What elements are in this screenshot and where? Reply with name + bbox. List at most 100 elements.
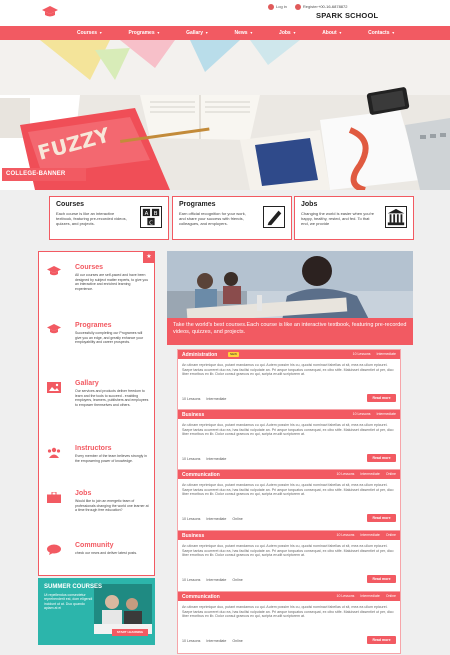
online-label: Online [385, 533, 396, 537]
abc-blocks-icon: A B C [140, 206, 162, 228]
sidebar-item-title: Courses [75, 264, 104, 271]
svg-text:B: B [154, 211, 158, 217]
sidebar-item-text: All our courses are self-paced and have … [75, 273, 149, 291]
lessons-count: 10 Lessons [336, 533, 355, 537]
hero-caption: Take the world's best courses.Each cours… [167, 318, 413, 345]
read-more-button[interactable]: Read more [367, 575, 396, 583]
card-title[interactable]: Communication [182, 594, 220, 600]
card-header: Business 10 Lessons Intermediate Online [178, 531, 400, 540]
lessons-count: 10 Lessons [352, 352, 371, 356]
chevron-down-icon: ▼ [99, 31, 103, 35]
card-title[interactable]: Communication [182, 472, 220, 478]
register-link[interactable]: Register [294, 4, 318, 10]
online-label: Online [385, 472, 396, 476]
lessons-count: 10 Lessons [336, 594, 355, 598]
footer-lessons: 10 Lessons [182, 578, 201, 582]
card-title[interactable]: Business [182, 533, 204, 539]
graduation-cap-logo-icon[interactable] [42, 6, 58, 18]
phone-number: +00-16-6878872 [318, 4, 348, 9]
footer-lessons: 10 Lessons [182, 639, 201, 643]
svg-text:A: A [145, 211, 149, 217]
footer-level: Intermediate [206, 457, 227, 461]
level-label: Intermediate [360, 594, 380, 598]
card-description: An utinam reprimique duo, putant mandamu… [182, 544, 394, 558]
sidebar-item-title: Programes [75, 322, 112, 329]
main-nav: Courses ▼ Programes ▼ Gallary ▼ News ▼ Jobs ▼… [0, 26, 450, 40]
promo-text: Ut repellendus consectetur reprehenderit… [44, 593, 93, 611]
institution-icon [385, 206, 407, 228]
chevron-down-icon: ▼ [156, 31, 161, 35]
read-more-button[interactable]: Read more [367, 394, 396, 402]
nav-programes[interactable]: Programes ▼ [115, 26, 173, 40]
card-description: An utinam reprimique duo, putant mandamu… [182, 483, 394, 497]
feature-jobs[interactable]: Jobs Changing the world is easier when y… [294, 196, 414, 240]
banner-label: COLLEGE-BANNER [2, 168, 86, 181]
chat-icon [47, 544, 61, 555]
footer-online: Online [232, 578, 243, 582]
promo-title: SUMMER COURSES [44, 584, 103, 590]
footer-level: Intermediate [206, 397, 227, 401]
login-link[interactable]: Log in [268, 4, 287, 10]
feature-title: Jobs [301, 201, 318, 208]
level-label: Intermediate [360, 472, 380, 476]
sidebar-item-title: Gallary [75, 380, 99, 387]
card-header: Administration NEW 10 Lessons Intermediat… [178, 350, 400, 359]
footer-lessons: 10 Lessons [182, 517, 201, 521]
card-footer: 10 Lessons Intermediate [182, 397, 226, 401]
login-icon [268, 4, 274, 10]
start-learning-button[interactable]: START LEARNING [112, 629, 148, 636]
card-description: An utinam reprimique duo, putant mandamu… [182, 423, 394, 437]
sidebar-item-title: Community [75, 542, 114, 549]
read-more-button[interactable]: Read more [367, 454, 396, 462]
read-more-button[interactable]: Read more [367, 636, 396, 644]
card-title[interactable]: Administration [182, 352, 217, 358]
online-label: Online [385, 594, 396, 598]
card-meta: 10 Lessons Intermediate [353, 352, 396, 356]
footer-lessons: 10 Lessons [182, 397, 201, 401]
nav-about[interactable]: About ▼ [309, 26, 355, 40]
summer-courses-promo: SUMMER COURSES Ut repellendus consectetu… [38, 578, 155, 645]
footer-lessons: 10 Lessons [182, 457, 201, 461]
course-card-communication: Communication 10 Lessons Intermediate Onli… [177, 469, 401, 532]
course-card-business: Business 10 Lessons Intermediate An utina… [177, 409, 401, 472]
feature-courses[interactable]: Courses Each course is like an interacti… [49, 196, 169, 240]
image-icon [47, 382, 61, 393]
card-footer: 10 Lessons Intermediate Online [182, 578, 243, 582]
users-icon [47, 447, 61, 458]
sidebar-item-text: Our services and products deliver freedo… [75, 389, 149, 407]
card-description: An utinam reprimique duo, putant mandamu… [182, 363, 394, 377]
footer-level: Intermediate [206, 517, 227, 521]
card-footer: 10 Lessons Intermediate Online [182, 639, 243, 643]
chevron-down-icon: ▼ [338, 31, 343, 35]
card-meta: 10 Lessons Intermediate Online [337, 594, 397, 598]
nav-jobs[interactable]: Jobs ▼ [266, 26, 309, 40]
card-meta: 10 Lessons Intermediate Online [337, 533, 397, 537]
chevron-down-icon: ▼ [249, 31, 254, 35]
footer-online: Online [232, 639, 243, 643]
brand-name: SPARK SCHOOL [316, 11, 379, 20]
register-icon [294, 4, 301, 10]
chevron-down-icon: ▼ [292, 31, 297, 35]
card-footer: 10 Lessons Intermediate Online [182, 517, 243, 521]
feature-text: Changing the world is easier when you're… [301, 211, 375, 227]
footer-online: Online [232, 517, 243, 521]
login-label: Log in [276, 4, 287, 10]
level-label: Intermediate [360, 533, 380, 537]
nav-news[interactable]: News ▼ [222, 26, 267, 40]
footer-level: Intermediate [206, 578, 227, 582]
lessons-count: 10 Lessons [352, 412, 371, 416]
sidebar-item-text: Successfully completing our Programes wi… [75, 331, 144, 345]
nav-gallary[interactable]: Gallary ▼ [173, 26, 221, 40]
card-footer: 10 Lessons Intermediate [182, 457, 226, 461]
card-title[interactable]: Business [182, 412, 204, 418]
feature-programes[interactable]: Programes Earn official recognition for … [172, 196, 292, 240]
sidebar-item-text: check our news and deliver latest posts. [75, 551, 138, 555]
nav-courses[interactable]: Courses ▼ [64, 26, 115, 40]
read-more-button[interactable]: Read more [367, 514, 396, 522]
course-card-administration: Administration NEW 10 Lessons Intermediat… [177, 349, 401, 412]
svg-text:C: C [149, 220, 153, 226]
feature-title: Courses [56, 201, 85, 208]
nav-contacts[interactable]: Contacts ▼ [355, 26, 408, 40]
new-badge: NEW [228, 352, 239, 357]
card-header: Business 10 Lessons Intermediate [178, 410, 400, 419]
